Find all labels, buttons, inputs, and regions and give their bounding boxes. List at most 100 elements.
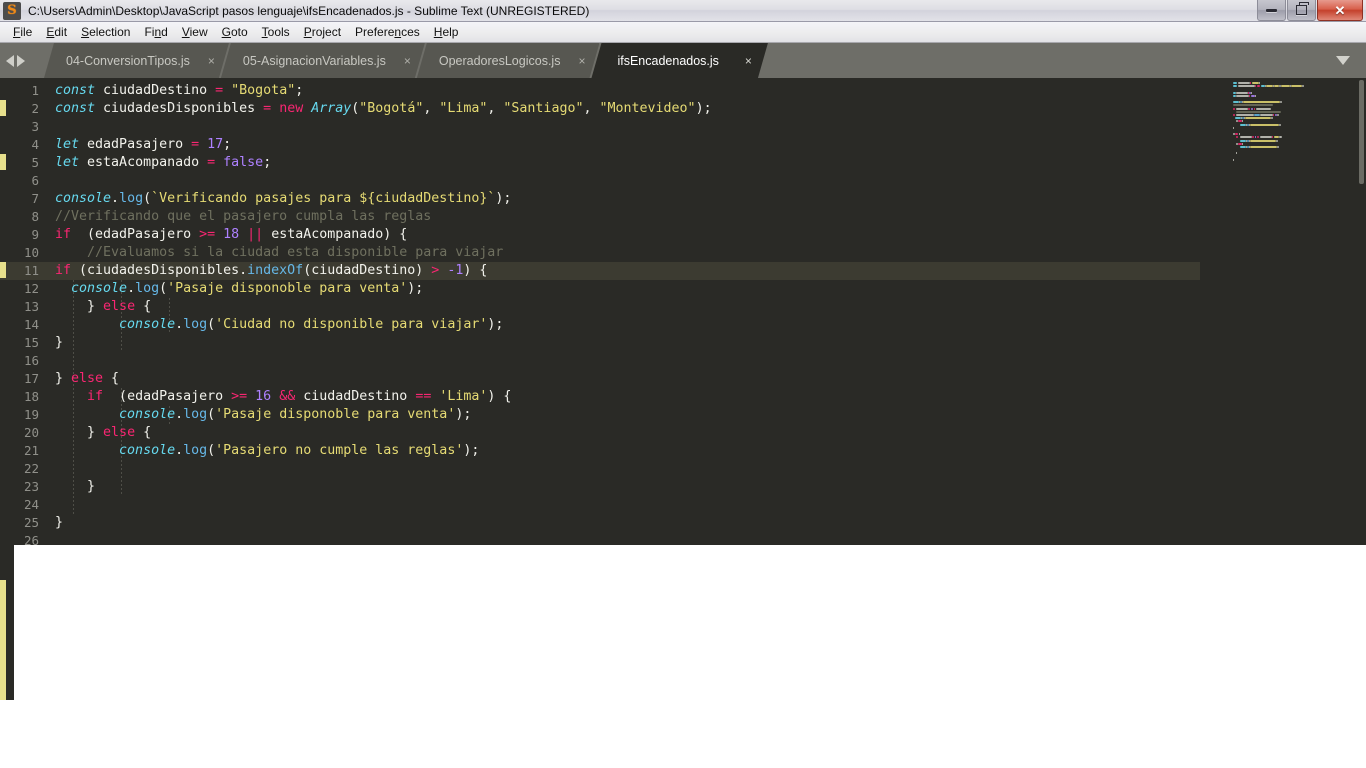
tab-label: OperadoresLogicos.js xyxy=(438,53,561,68)
menu-item-help[interactable]: Help xyxy=(427,23,466,41)
minimap-line-segment xyxy=(1253,114,1260,116)
tab-nav-arrows[interactable] xyxy=(6,52,42,70)
minimap-line-segment xyxy=(1239,146,1246,148)
minimap-line-segment xyxy=(1248,107,1251,110)
code-token: ; xyxy=(295,83,304,98)
menu-item-find[interactable]: Find xyxy=(137,23,174,41)
line-number: 5 xyxy=(31,155,39,170)
minimize-button[interactable] xyxy=(1257,0,1286,21)
minimap-line-segment xyxy=(1279,123,1282,126)
minimap-line-segment xyxy=(1239,136,1252,139)
code-token: { xyxy=(135,299,152,314)
code-token: ( xyxy=(207,317,216,332)
minimap-line-segment xyxy=(1242,120,1244,123)
minimap-line-segment xyxy=(1236,107,1249,110)
code-editor[interactable]: const ciudadDestino = "Bogota"; const ciu… xyxy=(0,78,1366,545)
code-token: ; xyxy=(263,155,272,170)
code-token: estaAcompanado) { xyxy=(263,227,408,242)
minimap-line-segment xyxy=(1265,85,1273,88)
minimap-line-segment xyxy=(1245,117,1271,120)
tab-ifsencadenados-js[interactable]: ifsEncadenados.js × xyxy=(591,43,767,78)
close-icon: ✕ xyxy=(1334,2,1346,18)
window-title: C:\Users\Admin\Desktop\JavaScript pasos … xyxy=(28,3,590,18)
menu-item-file[interactable]: File xyxy=(6,23,39,41)
line-number: 4 xyxy=(31,137,39,152)
minimap-line-segment xyxy=(1233,94,1236,97)
code-line: console.log(`Verificando pasajes para ${… xyxy=(55,190,511,208)
sublime-text-window: S C:\Users\Admin\Desktop\JavaScript paso… xyxy=(0,0,1366,768)
tab-close-icon[interactable]: × xyxy=(745,54,752,68)
app-icon-glyph: S xyxy=(7,3,17,18)
code-token: (ciudadDestino) xyxy=(303,263,432,278)
code-token: ciudadesDisponibles xyxy=(95,101,264,116)
minimap-line-segment xyxy=(1259,136,1272,139)
triangle-right-icon[interactable] xyxy=(17,55,25,67)
tab-04-conversiontipos-js[interactable]: 04-ConversionTipos.js × xyxy=(44,43,229,78)
code-token: else xyxy=(103,299,136,314)
code-token: 'Ciudad no disponible para viajar' xyxy=(215,317,488,332)
code-token: const xyxy=(55,101,96,116)
code-token: = xyxy=(263,101,272,116)
code-token: 16 xyxy=(255,389,272,404)
line-number: 11 xyxy=(23,263,39,278)
minimap-line-segment xyxy=(1281,85,1290,88)
minimap-line-segment xyxy=(1276,139,1278,142)
code-line: if (edadPasajero >= 16 && ciudadDestino … xyxy=(55,388,511,406)
code-line: } xyxy=(55,514,63,532)
code-line: } else { xyxy=(55,298,151,316)
minimap-line-segment xyxy=(1253,107,1256,110)
code-token: else xyxy=(103,425,136,440)
tab-close-icon[interactable]: × xyxy=(404,54,411,68)
menu-item-goto[interactable]: Goto xyxy=(215,23,255,41)
menu-item-preferences[interactable]: Preferences xyxy=(348,23,427,41)
tab-close-icon[interactable]: × xyxy=(208,54,215,68)
tab-05-asignacionvariables-js[interactable]: 05-AsignacionVariables.js × xyxy=(221,43,425,78)
minimap-line-segment xyxy=(1276,146,1279,148)
code-token: 18 xyxy=(223,227,240,242)
code-token: //Verificando que el pasajero cumpla las… xyxy=(55,209,432,224)
line-number: 19 xyxy=(23,407,39,422)
minimap-scrollbar[interactable] xyxy=(1359,80,1364,184)
code-token: >= xyxy=(231,389,248,404)
code-token: , xyxy=(487,101,504,116)
title-bar: S C:\Users\Admin\Desktop\JavaScript paso… xyxy=(0,0,1366,22)
code-token: . xyxy=(127,281,136,296)
menu-item-tools[interactable]: Tools xyxy=(255,23,297,41)
code-token: ( xyxy=(159,281,168,296)
code-lines: const ciudadDestino = "Bogota"; const ciu… xyxy=(0,78,1200,545)
minimap-line-segment xyxy=(1242,142,1244,145)
line-number: 7 xyxy=(31,191,39,206)
minimap-line-segment xyxy=(1233,104,1274,107)
minimap-line-segment xyxy=(1233,126,1234,129)
tab-list: 04-ConversionTipos.js × 05-AsignacionVaria… xyxy=(44,43,760,78)
code-token: `Verificando pasajes para ${ciudadDestin… xyxy=(151,191,496,206)
minimap-line-segment xyxy=(1250,123,1280,126)
minimap-line-segment xyxy=(1254,136,1257,139)
code-token: = xyxy=(191,137,200,152)
minimap[interactable] xyxy=(1216,78,1366,545)
tab-label: 04-ConversionTipos.js xyxy=(66,53,190,68)
tab-operadoreslogicos-js[interactable]: OperadoresLogicos.js × xyxy=(417,43,600,78)
minimap-line-segment xyxy=(1238,82,1251,84)
menu-item-selection[interactable]: Selection xyxy=(74,23,137,41)
menu-item-edit[interactable]: Edit xyxy=(39,23,74,41)
close-button[interactable]: ✕ xyxy=(1317,0,1363,21)
menu-item-view[interactable]: View xyxy=(175,23,215,41)
tab-close-icon[interactable]: × xyxy=(578,54,585,68)
code-token: //Evaluamos si la ciudad esta disponible… xyxy=(55,245,504,260)
minimap-line-segment xyxy=(1243,101,1281,104)
triangle-left-icon[interactable] xyxy=(6,55,14,67)
code-token: "Lima" xyxy=(439,101,488,116)
minimap-line-segment xyxy=(1257,136,1259,139)
app-icon: S xyxy=(3,1,21,20)
code-token: 'Pasaje disponoble para venta' xyxy=(167,281,408,296)
restore-button[interactable] xyxy=(1287,0,1316,21)
line-number: 22 xyxy=(23,461,39,476)
code-token: ); xyxy=(407,281,424,296)
chevron-down-icon[interactable] xyxy=(1336,56,1350,65)
menu-item-project[interactable]: Project xyxy=(297,23,348,41)
